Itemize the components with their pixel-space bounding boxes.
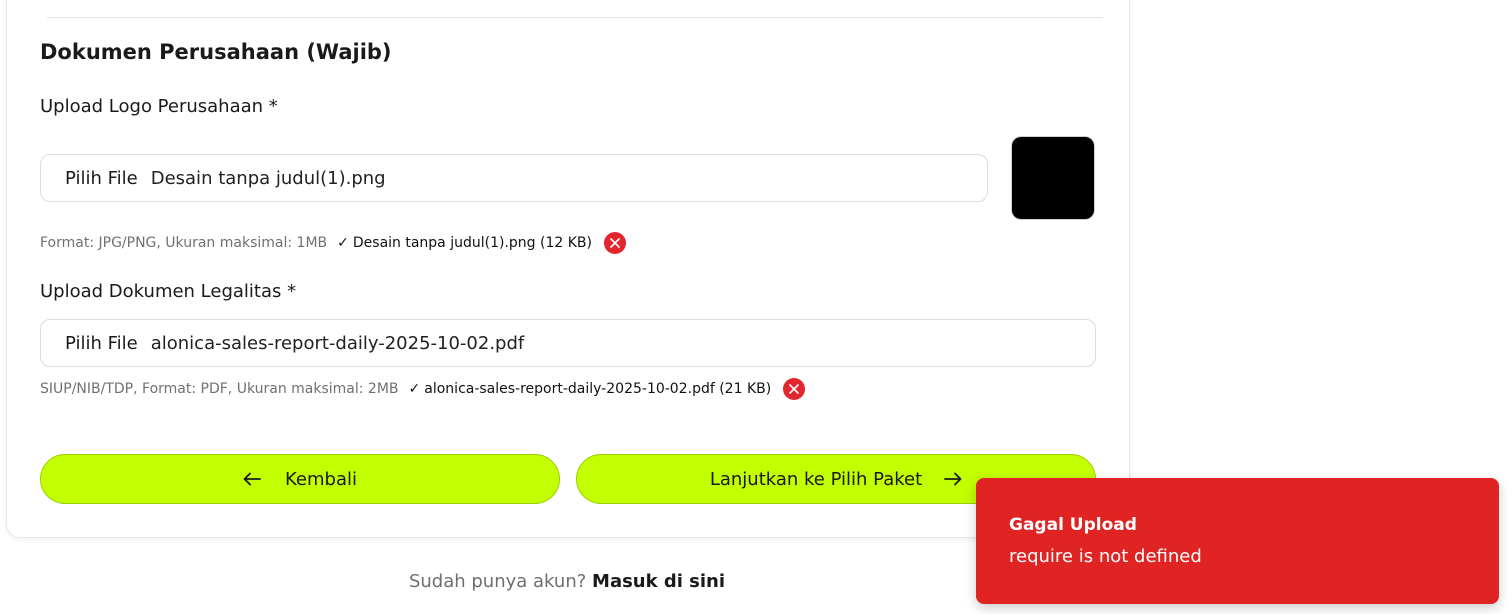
legal-format-hint: SIUP/NIB/TDP, Format: PDF, Ukuran maksim… (40, 381, 399, 397)
error-toast[interactable]: Gagal Upload require is not defined (976, 478, 1499, 604)
arrow-left-icon (243, 472, 261, 486)
legal-uploaded-file: alonica-sales-report-daily-2025-10-02.pd… (424, 381, 772, 397)
toast-title: Gagal Upload (1009, 515, 1137, 535)
logo-file-name: Desain tanpa judul(1).png (150, 167, 386, 189)
legal-choose-file-button[interactable]: Pilih File (65, 333, 138, 354)
section-title: Dokumen Perusahaan (Wajib) (40, 40, 392, 64)
back-button[interactable]: Kembali (40, 454, 560, 504)
toast-message: require is not defined (1009, 546, 1202, 567)
divider (47, 17, 1103, 18)
check-icon: ✓ (408, 381, 421, 397)
logo-file-input[interactable]: Pilih File Desain tanpa judul(1).png (40, 154, 988, 202)
logo-upload-hint: Format: JPG/PNG, Ukuran maksimal: 1MB ✓ … (40, 232, 626, 254)
logo-upload-label: Upload Logo Perusahaan * (40, 96, 278, 117)
remove-legal-button[interactable] (783, 378, 806, 400)
logo-format-hint: Format: JPG/PNG, Ukuran maksimal: 1MB (40, 235, 328, 251)
legal-upload-hint: SIUP/NIB/TDP, Format: PDF, Ukuran maksim… (40, 378, 806, 400)
login-link[interactable]: Masuk di sini (592, 571, 725, 592)
logo-uploaded-file: Desain tanpa judul(1).png (12 KB) (352, 235, 592, 251)
close-circle-icon (610, 238, 620, 248)
legal-upload-label: Upload Dokumen Legalitas * (40, 281, 297, 302)
legal-file-input[interactable]: Pilih File alonica-sales-report-daily-20… (40, 319, 1096, 367)
login-prompt-line: Sudah punya akun? Masuk di sini (0, 571, 1134, 592)
close-circle-icon (789, 384, 800, 394)
back-button-label: Kembali (285, 468, 357, 490)
legal-file-name: alonica-sales-report-daily-2025-10-02.pd… (150, 332, 525, 354)
next-button-label: Lanjutkan ke Pilih Paket (709, 468, 923, 490)
login-prompt-text: Sudah punya akun? (408, 571, 587, 592)
logo-preview-image (1011, 136, 1095, 220)
logo-choose-file-button[interactable]: Pilih File (65, 168, 138, 189)
arrow-right-icon (944, 472, 962, 486)
remove-logo-button[interactable] (603, 232, 626, 254)
check-icon: ✓ (337, 235, 349, 251)
